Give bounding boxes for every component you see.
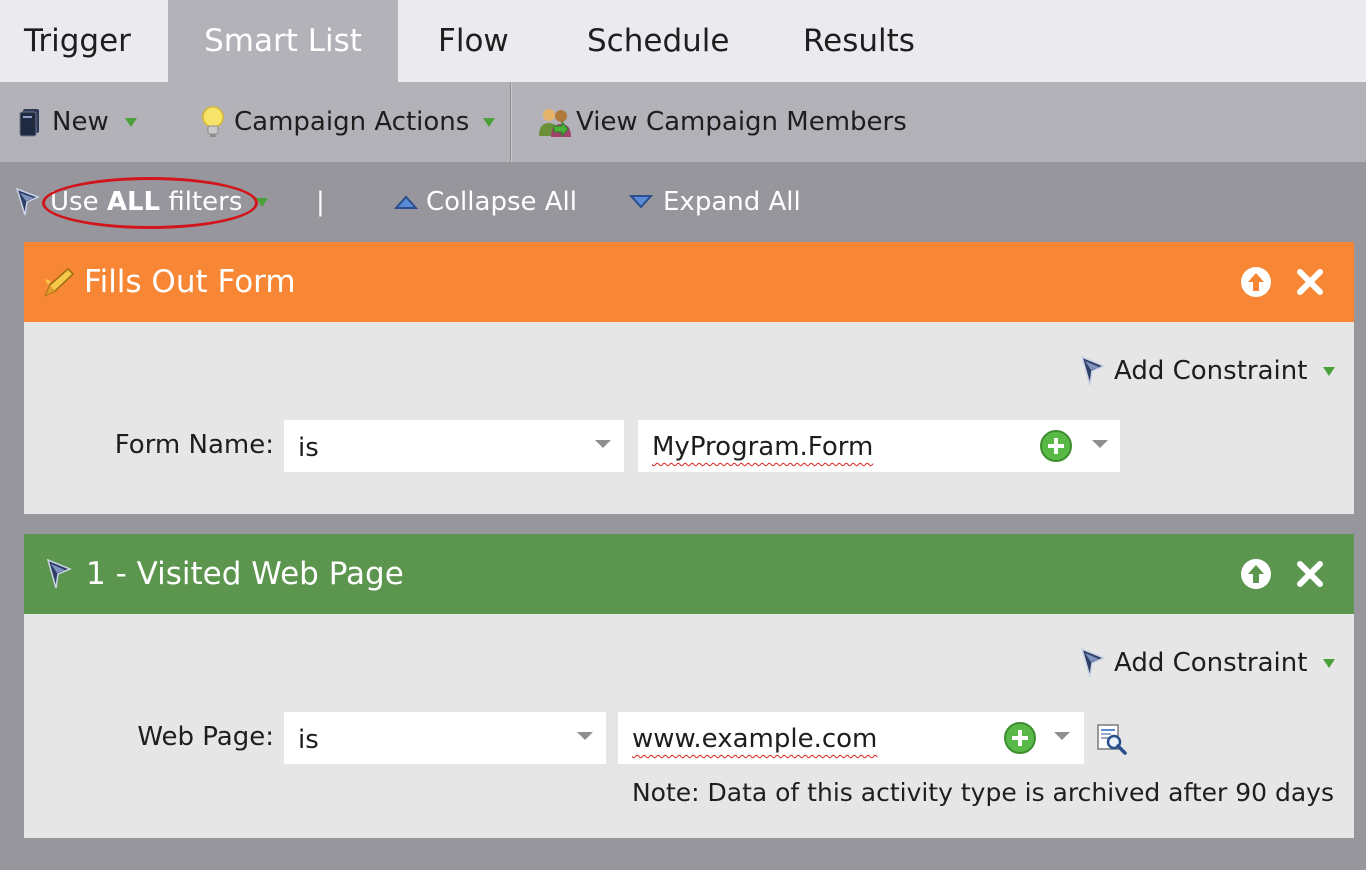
form-name-label: Form Name: <box>114 430 274 460</box>
tab-flow[interactable]: Flow <box>438 0 509 82</box>
highlight-circle-annotation <box>42 177 258 229</box>
chevron-down-icon <box>595 440 611 448</box>
filter-title: Fills Out Form <box>84 264 296 300</box>
chevron-down-icon[interactable] <box>1092 440 1108 448</box>
tab-bar: Trigger Smart List Flow Schedule Results <box>0 0 1366 82</box>
chevron-down-icon <box>577 732 593 740</box>
add-value-icon[interactable] <box>1040 430 1072 462</box>
people-icon <box>539 109 571 138</box>
filter-funnel-icon <box>46 558 72 589</box>
page-search-icon[interactable] <box>1096 722 1128 756</box>
operator-select[interactable]: is <box>284 712 606 764</box>
filter-title: 1 - Visited Web Page <box>86 556 404 592</box>
archive-note: Note: Data of this activity type is arch… <box>631 778 1334 807</box>
chevron-down-icon <box>124 117 137 127</box>
chevron-down-icon <box>1323 366 1336 376</box>
chevron-down-icon[interactable] <box>1054 732 1070 740</box>
new-document-icon <box>19 109 39 137</box>
add-value-icon[interactable] <box>1004 722 1036 754</box>
chevron-down-icon <box>1323 658 1336 668</box>
campaign-actions-button[interactable]: Campaign Actions <box>200 82 496 162</box>
view-campaign-members-label: View Campaign Members <box>576 107 907 137</box>
expand-all-label: Expand All <box>663 187 801 217</box>
expand-all-button[interactable]: Expand All <box>629 162 801 242</box>
tab-trigger[interactable]: Trigger <box>24 0 131 82</box>
new-label: New <box>52 107 109 137</box>
move-up-icon[interactable] <box>1240 266 1272 298</box>
filter-bar-separator: | <box>316 187 325 217</box>
chevron-down-icon <box>483 117 496 127</box>
filter-body-visited-web-page: Add Constraint Web Page: is www.example.… <box>24 614 1354 838</box>
toolbar-divider-highlight <box>511 82 512 162</box>
move-up-icon[interactable] <box>1240 558 1272 590</box>
tab-schedule[interactable]: Schedule <box>587 0 729 82</box>
new-menu-button[interactable]: New <box>18 82 137 162</box>
operator-value: is <box>298 433 319 463</box>
toolbar: New Campaign Actions View Campaign Membe… <box>0 82 1366 162</box>
collapse-all-button[interactable]: Collapse All <box>394 162 577 242</box>
filter-body-fills-out-form: Add Constraint Form Name: is MyProgram.F… <box>24 322 1354 514</box>
web-page-value-field[interactable]: www.example.com <box>618 712 1084 764</box>
view-campaign-members-button[interactable]: View Campaign Members <box>538 82 907 162</box>
form-name-value-field[interactable]: MyProgram.Form <box>638 420 1120 472</box>
web-page-label: Web Page: <box>137 722 274 752</box>
tab-results[interactable]: Results <box>803 0 915 82</box>
web-page-value: www.example.com <box>632 724 878 754</box>
filter-funnel-icon <box>1080 355 1106 386</box>
collapse-all-label: Collapse All <box>426 187 577 217</box>
chevron-down-icon <box>256 197 269 207</box>
operator-select[interactable]: is <box>284 420 624 472</box>
filter-header-fills-out-form: Fills Out Form <box>24 242 1354 322</box>
filter-header-visited-web-page: 1 - Visited Web Page <box>24 534 1354 614</box>
filter-funnel-icon <box>1080 647 1106 678</box>
campaign-actions-label: Campaign Actions <box>234 107 470 137</box>
add-constraint-label: Add Constraint <box>1114 356 1308 386</box>
close-icon[interactable] <box>1294 266 1326 298</box>
filter-funnel-icon <box>15 187 40 216</box>
form-name-value: MyProgram.Form <box>652 432 874 462</box>
add-constraint-button[interactable]: Add Constraint <box>1078 646 1336 680</box>
expand-triangle-icon <box>629 195 653 209</box>
close-icon[interactable] <box>1294 558 1326 590</box>
add-constraint-label: Add Constraint <box>1114 648 1308 678</box>
add-constraint-button[interactable]: Add Constraint <box>1078 354 1336 388</box>
form-pencil-icon <box>44 267 75 297</box>
operator-value: is <box>298 725 319 755</box>
lightbulb-icon <box>202 106 224 137</box>
collapse-triangle-icon <box>394 195 418 209</box>
tab-smart-list[interactable]: Smart List <box>168 0 398 82</box>
